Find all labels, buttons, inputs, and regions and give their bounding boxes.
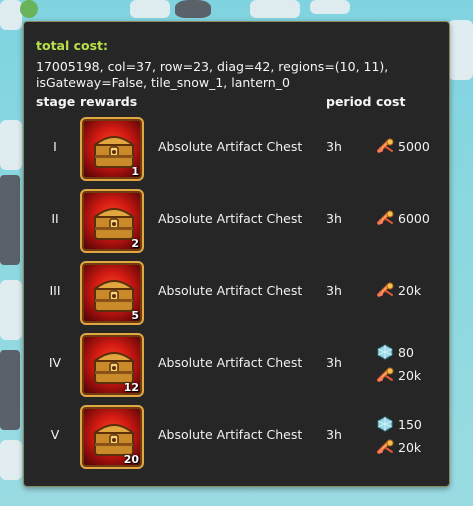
reward-row: IV 12 Absolute Artifact Chest 3h 80 20k — [24, 333, 449, 399]
cost-entry: 20k — [376, 281, 421, 299]
cost-entry: 80 — [376, 343, 414, 361]
period-value: 3h — [326, 427, 342, 442]
scroll-icon — [376, 439, 394, 455]
cost-value: 20k — [398, 282, 422, 298]
tooltip-panel: total cost: 17005198, col=37, row=23, di… — [23, 21, 450, 487]
quantity-badge: 2 — [131, 237, 139, 250]
column-header-stage: stage — [36, 94, 76, 109]
reward-item-slot[interactable]: 2 — [80, 189, 144, 253]
stage-label: I — [53, 139, 57, 154]
column-header-period: period — [326, 94, 372, 109]
period-value: 3h — [326, 283, 342, 298]
reward-row: V 20 Absolute Artifact Chest 3h 150 20k — [24, 405, 449, 471]
map-tile — [0, 280, 22, 340]
map-tile — [130, 0, 170, 18]
reward-name: Absolute Artifact Chest — [158, 211, 303, 226]
cost-value: 150 — [398, 416, 422, 432]
map-tile — [448, 20, 473, 80]
reward-item-slot[interactable]: 12 — [80, 333, 144, 397]
quantity-badge: 20 — [123, 453, 139, 466]
stage-label: II — [51, 211, 59, 226]
reward-name: Absolute Artifact Chest — [158, 139, 303, 154]
reward-item-slot[interactable]: 1 — [80, 117, 144, 181]
reward-row: III 5 Absolute Artifact Chest 3h 20k — [24, 261, 449, 327]
column-header-rewards: rewards — [80, 94, 138, 109]
gem-icon — [376, 344, 394, 360]
reward-item-slot[interactable]: 5 — [80, 261, 144, 325]
cost-value: 20k — [398, 439, 422, 455]
cost-entry: 6000 — [376, 209, 430, 227]
scroll-icon — [376, 138, 394, 154]
map-grass — [20, 0, 38, 18]
map-tile — [0, 0, 22, 30]
cost-value: 5000 — [398, 138, 430, 154]
map-tile — [0, 440, 22, 480]
quantity-badge: 1 — [131, 165, 139, 178]
period-value: 3h — [326, 139, 342, 154]
cost-entry: 150 — [376, 415, 422, 433]
stage-label: V — [50, 427, 60, 442]
reward-row: II 2 Absolute Artifact Chest 3h 6000 — [24, 189, 449, 255]
map-rock — [175, 0, 211, 18]
scroll-icon — [376, 282, 394, 298]
scroll-icon — [376, 367, 394, 383]
period-value: 3h — [326, 355, 342, 370]
period-value: 3h — [326, 211, 342, 226]
cost-entry: 20k — [376, 366, 421, 384]
stage-label: IV — [48, 355, 62, 370]
map-tile — [250, 0, 300, 18]
cost-value: 6000 — [398, 210, 430, 226]
cost-value: 80 — [398, 344, 414, 360]
reward-name: Absolute Artifact Chest — [158, 283, 303, 298]
column-header-cost: cost — [376, 94, 406, 109]
cost-entry: 5000 — [376, 137, 430, 155]
gem-icon — [376, 416, 394, 432]
map-rock — [0, 175, 20, 265]
quantity-badge: 12 — [123, 381, 139, 394]
reward-name: Absolute Artifact Chest — [158, 355, 303, 370]
cost-entry: 20k — [376, 438, 421, 456]
stage-label: III — [49, 283, 61, 298]
tile-info-text: 17005198, col=37, row=23, diag=42, regio… — [36, 59, 389, 90]
scroll-icon — [376, 210, 394, 226]
total-cost-label: total cost: — [36, 38, 109, 53]
map-tile — [0, 120, 22, 170]
reward-name: Absolute Artifact Chest — [158, 427, 303, 442]
map-rock — [0, 350, 20, 430]
reward-row: I 1 Absolute Artifact Chest 3h 5000 — [24, 117, 449, 183]
cost-value: 20k — [398, 367, 422, 383]
quantity-badge: 5 — [131, 309, 139, 322]
map-tile — [310, 0, 350, 14]
reward-item-slot[interactable]: 20 — [80, 405, 144, 469]
